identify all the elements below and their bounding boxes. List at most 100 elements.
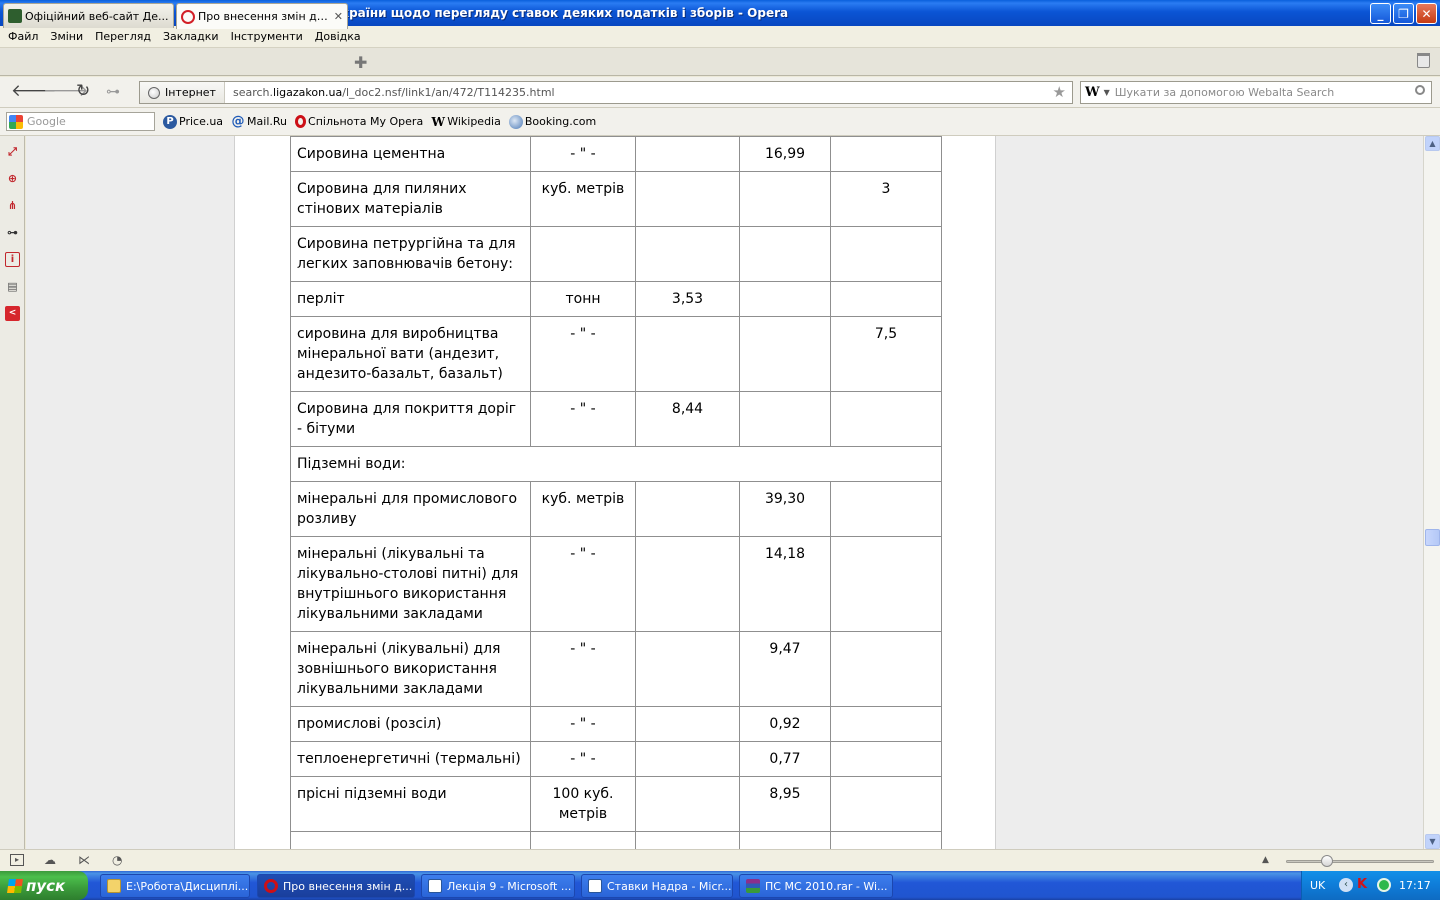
panel-toggle-icon[interactable]: ▸ [10, 854, 24, 866]
bookmark-my-opera[interactable]: Спільнота My Opera [295, 115, 423, 128]
bookmark-price-ua[interactable]: P Price.ua [163, 114, 223, 129]
zoom-up-icon[interactable]: ▲ [1262, 854, 1276, 866]
links-icon[interactable]: ⊶ [5, 225, 20, 240]
search-field[interactable]: W ▼ Шукати за допомогою Webalta Search [1080, 81, 1432, 104]
chevron-down-icon[interactable]: ▼ [1104, 88, 1110, 97]
unit-cell: - " - [530, 706, 636, 742]
tray-back-icon[interactable]: ‹ [1339, 878, 1353, 892]
menu-edit[interactable]: Зміни [44, 30, 89, 43]
unit-cell: - " - [530, 391, 636, 447]
language-indicator[interactable]: UK [1310, 879, 1325, 892]
task-explorer[interactable]: E:\Робота\Дисциплі... [100, 874, 250, 898]
rate-cell [830, 776, 942, 832]
start-button[interactable]: пуск [0, 871, 88, 900]
bookmark-star-icon[interactable]: ★ [1053, 83, 1066, 101]
info-icon[interactable]: i [5, 252, 20, 267]
zoom-icon[interactable]: ⊕ [5, 171, 20, 186]
bookmark-mail-ru[interactable]: @ Mail.Ru [231, 114, 287, 129]
mailru-icon: @ [231, 114, 245, 129]
task-label: ПС МС 2010.rar - Wi... [765, 879, 888, 893]
resource-name-cell [290, 831, 531, 849]
rate-cell: 0,92 [739, 706, 831, 742]
key-icon[interactable]: ⊶ [106, 85, 120, 99]
rate-cell [635, 481, 740, 537]
print-icon[interactable]: ▤ [5, 279, 20, 294]
kaspersky-icon[interactable]: K [1357, 877, 1367, 892]
status-bar: ▸ ☁ ⋉ ◔ ▲ [0, 849, 1440, 871]
bookmark-label: Wikipedia [447, 115, 501, 128]
share-icon[interactable]: < [5, 306, 20, 321]
rate-cell: 16,99 [739, 136, 831, 172]
globe-icon [148, 86, 160, 99]
menu-view[interactable]: Перегляд [89, 30, 157, 43]
rate-cell [739, 226, 831, 282]
tab-official-website[interactable]: Офіційний веб-сайт Де... [3, 3, 174, 28]
address-bar[interactable]: Інтернет search.ligazakon.ua/l_doc2.nsf/… [139, 81, 1073, 104]
url-path: /l_doc2.nsf/link1/an/472/T114235.html [342, 86, 555, 99]
menu-file[interactable]: Файл [2, 30, 44, 43]
bookmark-label: Booking.com [524, 115, 597, 128]
google-search-input[interactable]: Google [6, 112, 155, 131]
menu-tools[interactable]: Інструменти [225, 30, 309, 43]
menu-help[interactable]: Довідка [309, 30, 367, 43]
tab-close-icon[interactable]: ✕ [334, 10, 343, 23]
rate-cell [635, 706, 740, 742]
table-row: теплоенергетичні (термальні) - " - 0,77 [290, 741, 942, 777]
rate-cell [830, 741, 942, 777]
network-icon[interactable] [1377, 878, 1391, 892]
rate-cell: 3,53 [635, 281, 740, 317]
tree-icon[interactable]: ⋔ [5, 198, 20, 213]
menu-bookmarks[interactable]: Закладки [157, 30, 225, 43]
word-icon [428, 879, 442, 893]
resource-name-cell: мінеральні (лікувальні та лікувально-сто… [290, 536, 531, 632]
rate-cell [635, 536, 740, 632]
tax-rates-table: Сировина цементна - " -16,99 Сировина для … [290, 136, 942, 849]
resource-name-cell: Сировина для пиляних стінових матеріалів [290, 171, 531, 227]
clock: 17:17 [1399, 879, 1431, 892]
fit-to-width-icon[interactable]: ⤢ [5, 144, 20, 159]
scroll-up-icon[interactable]: ▲ [1425, 136, 1440, 151]
search-engine-logo[interactable]: W [1085, 85, 1100, 100]
rate-cell: 39,30 [739, 481, 831, 537]
task-winrar[interactable]: ПС МС 2010.rar - Wi... [739, 874, 893, 898]
winrar-icon [746, 879, 760, 893]
resource-name-cell: прісні підземні води [290, 776, 531, 832]
rate-cell [830, 136, 942, 172]
rate-cell: 8,44 [635, 391, 740, 447]
resource-name-cell: мінеральні для промислового розливу [290, 481, 531, 537]
rate-cell [739, 391, 831, 447]
scroll-down-icon[interactable]: ▼ [1425, 834, 1440, 849]
url-prefix: search. [232, 86, 274, 99]
unite-cloud-icon[interactable]: ☁ [44, 854, 58, 866]
search-placeholder: Шукати за допомогою Webalta Search [1114, 86, 1335, 99]
scroll-thumb[interactable] [1425, 529, 1440, 546]
new-tab-icon[interactable]: ✚ [354, 53, 367, 72]
tab-current-document[interactable]: Про внесення змін до П... ✕ [176, 3, 348, 29]
minimize-button[interactable]: _ [1370, 3, 1391, 24]
task-opera[interactable]: Про внесення змін д... [257, 874, 415, 898]
navigation-bar: 🡐 🡒 ↻ ⊶ Інтернет search.ligazakon.ua/l_d… [0, 77, 1440, 108]
unit-cell: 100 куб. метрів [530, 776, 636, 832]
unit-cell: - " - [530, 631, 636, 707]
turbo-icon[interactable]: ⋉ [78, 854, 92, 866]
task-word-rates[interactable]: Ставки Надра - Micr... [581, 874, 733, 898]
close-button[interactable]: ✕ [1416, 3, 1437, 24]
zoom-slider[interactable] [1286, 860, 1434, 863]
resource-name-cell: мінеральні (лікувальні) для зовнішнього … [290, 631, 531, 707]
resource-name-cell: Сировина для покриття доріг - бітуми [290, 391, 531, 447]
vertical-scrollbar[interactable]: ▲ ▼ [1423, 136, 1440, 849]
task-word-lecture[interactable]: Лекція 9 - Microsoft ... [421, 874, 575, 898]
table-row: Сировина петрургійна та для легких запов… [290, 226, 942, 282]
bookmark-booking[interactable]: Booking.com [508, 114, 597, 129]
rate-cell: 14,18 [739, 536, 831, 632]
maximize-button[interactable]: ❐ [1393, 3, 1414, 24]
url-text[interactable]: search.ligazakon.ua/l_doc2.nsf/link1/an/… [225, 86, 555, 99]
reload-icon[interactable]: ↻ [76, 83, 90, 100]
bookmark-wikipedia[interactable]: W Wikipedia [431, 115, 501, 129]
site-info-badge[interactable]: Інтернет [140, 82, 225, 103]
rate-cell [830, 226, 942, 282]
search-icon[interactable] [1415, 85, 1425, 95]
speed-gauge-icon[interactable]: ◔ [112, 854, 126, 866]
zoom-slider-knob[interactable] [1321, 855, 1333, 867]
trash-icon[interactable] [1417, 53, 1430, 68]
